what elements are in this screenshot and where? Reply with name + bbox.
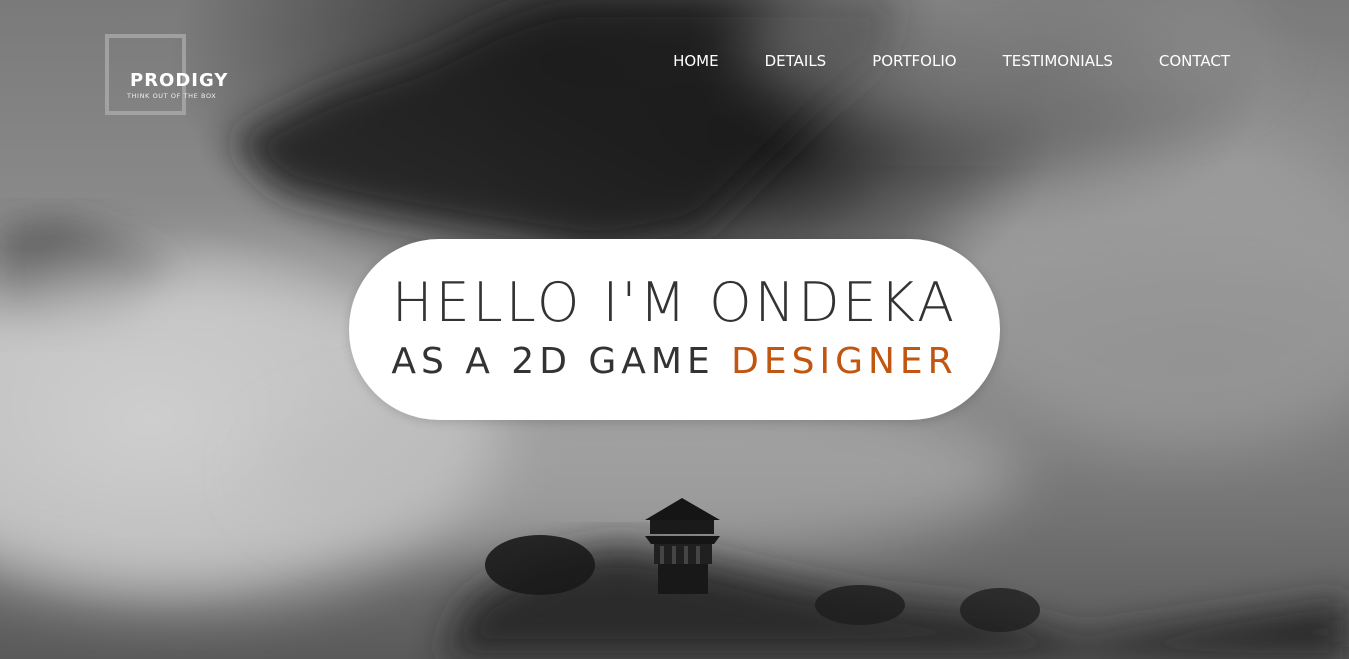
nav-testimonials[interactable]: TESTIMONIALS	[1003, 52, 1113, 70]
hero-subline-accent: DESIGNER	[731, 341, 958, 382]
nav-details[interactable]: DETAILS	[765, 52, 827, 70]
hero-section: PRODIGY THINK OUT OF THE BOX HOME DETAIL…	[0, 0, 1349, 659]
logo-tagline: THINK OUT OF THE BOX	[127, 92, 217, 100]
hero-subline-prefix: AS A 2D GAME	[391, 341, 715, 382]
hero-intro-card: HELLO I'M ONDEKA AS A 2D GAME DESIGNER	[349, 239, 1000, 420]
hero-headline: HELLO I'M ONDEKA	[391, 271, 958, 334]
nav-portfolio[interactable]: PORTFOLIO	[872, 52, 956, 70]
nav-contact[interactable]: CONTACT	[1159, 52, 1230, 70]
hero-subline: AS A 2D GAME DESIGNER	[349, 339, 1000, 385]
logo-title: PRODIGY	[130, 70, 229, 91]
main-navigation: HOME DETAILS PORTFOLIO TESTIMONIALS CONT…	[627, 52, 1230, 70]
site-logo[interactable]: PRODIGY THINK OUT OF THE BOX	[105, 34, 245, 115]
nav-home[interactable]: HOME	[673, 52, 719, 70]
